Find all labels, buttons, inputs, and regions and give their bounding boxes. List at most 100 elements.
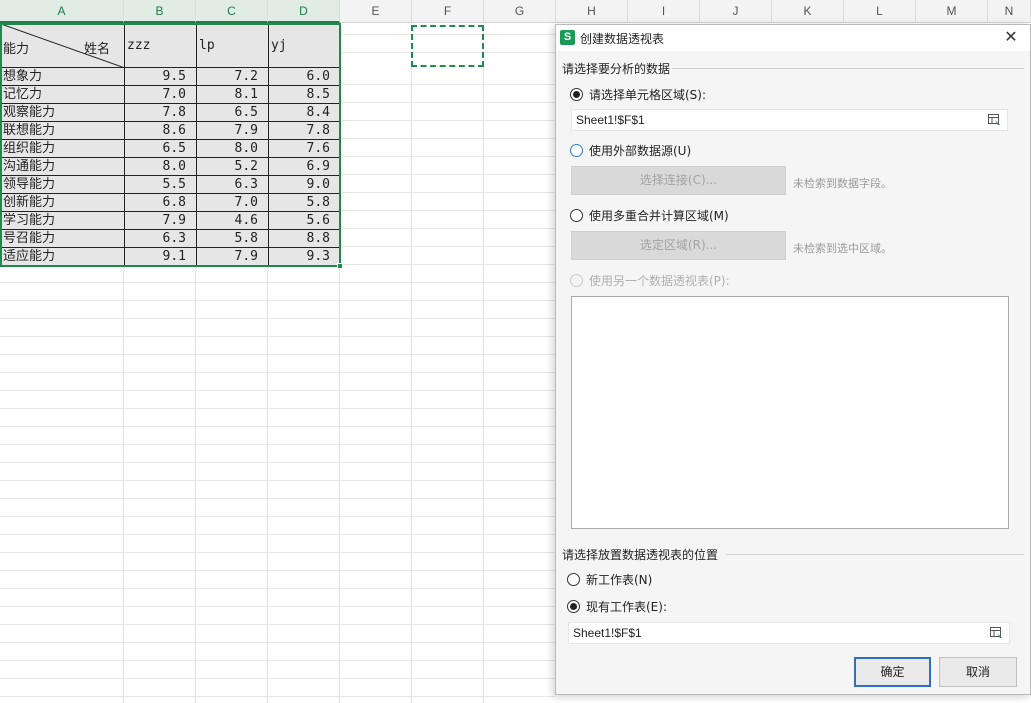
ok-button[interactable]: 确定 <box>854 657 931 687</box>
value-cell[interactable]: 6.5 <box>124 139 197 158</box>
row-label-cell[interactable]: 想象力 <box>0 67 125 86</box>
section-source-label: 请选择要分析的数据 <box>562 62 671 76</box>
value-cell[interactable]: 8.4 <box>268 103 341 122</box>
source-range-input[interactable]: Sheet1!$F$1 <box>571 109 1008 131</box>
column-header-g[interactable]: G <box>484 0 556 23</box>
header-cell-yj[interactable]: yj <box>268 23 341 68</box>
value-cell[interactable]: 7.0 <box>124 85 197 104</box>
value-cell[interactable]: 7.8 <box>268 121 341 140</box>
section-divider <box>672 68 1024 69</box>
value-cell[interactable]: 6.3 <box>196 175 269 194</box>
column-header-h[interactable]: H <box>556 0 628 23</box>
column-header-l[interactable]: L <box>844 0 916 23</box>
value-cell[interactable]: 8.1 <box>196 85 269 104</box>
table-row: 学习能力 7.9 4.6 5.6 <box>0 211 341 230</box>
value-cell[interactable]: 8.5 <box>268 85 341 104</box>
column-header-j[interactable]: J <box>700 0 772 23</box>
value-cell[interactable]: 9.3 <box>268 247 341 266</box>
value-cell[interactable]: 7.8 <box>124 103 197 122</box>
data-table: 能力 姓名 zzz lp yj 想象力 9.5 7.2 6.0 记忆力 7.0 8.1 8.… <box>0 23 341 266</box>
value-cell[interactable]: 7.6 <box>268 139 341 158</box>
value-cell[interactable]: 7.9 <box>196 247 269 266</box>
column-header-m[interactable]: M <box>916 0 988 23</box>
value-cell[interactable]: 9.1 <box>124 247 197 266</box>
radio-new-sheet-label: 新工作表(N) <box>586 573 653 587</box>
value-cell[interactable]: 4.6 <box>196 211 269 230</box>
value-cell[interactable]: 6.0 <box>268 67 341 86</box>
radio-external-source[interactable]: 使用外部数据源(U) <box>570 142 691 159</box>
value-cell[interactable]: 6.5 <box>196 103 269 122</box>
column-header-i[interactable]: I <box>628 0 700 23</box>
row-label-cell[interactable]: 联想能力 <box>0 121 125 140</box>
value-cell[interactable]: 5.8 <box>196 229 269 248</box>
radio-external-source-label: 使用外部数据源(U) <box>589 144 692 158</box>
value-cell[interactable]: 7.0 <box>196 193 269 212</box>
column-header-c[interactable]: C <box>196 0 268 23</box>
radio-button-checked[interactable] <box>567 600 580 613</box>
value-cell[interactable]: 8.8 <box>268 229 341 248</box>
value-cell[interactable]: 8.6 <box>124 121 197 140</box>
header-cell-zzz[interactable]: zzz <box>124 23 197 68</box>
value-cell[interactable]: 8.0 <box>196 139 269 158</box>
pivot-list-box[interactable] <box>571 296 1009 529</box>
radio-select-range[interactable]: 请选择单元格区域(S): <box>570 86 706 103</box>
range-picker-icon[interactable] <box>990 627 1003 639</box>
value-cell[interactable]: 6.8 <box>124 193 197 212</box>
radio-existing-sheet[interactable]: 现有工作表(E): <box>567 598 667 615</box>
column-header-n[interactable]: N <box>988 0 1031 23</box>
row-label-cell[interactable]: 号召能力 <box>0 229 125 248</box>
value-cell[interactable]: 9.0 <box>268 175 341 194</box>
row-label-cell[interactable]: 领导能力 <box>0 175 125 194</box>
cancel-button[interactable]: 取消 <box>939 657 1017 687</box>
value-cell[interactable]: 5.8 <box>268 193 341 212</box>
dialog-title: 创建数据透视表 <box>580 32 665 46</box>
dialog-titlebar[interactable]: S 创建数据透视表 ✕ <box>556 25 1030 51</box>
column-header-d[interactable]: D <box>268 0 340 23</box>
value-cell[interactable]: 8.0 <box>124 157 197 176</box>
radio-other-pivot-label: 使用另一个数据透视表(P): <box>589 274 730 288</box>
create-pivot-table-dialog: S 创建数据透视表 ✕ 请选择要分析的数据 请选择单元格区域(S): Sheet… <box>555 24 1031 695</box>
column-header-f[interactable]: F <box>412 0 484 23</box>
location-range-input[interactable]: Sheet1!$F$1 <box>568 622 1010 644</box>
column-header-e[interactable]: E <box>340 0 412 23</box>
radio-multi-consolidation[interactable]: 使用多重合并计算区域(M) <box>570 207 729 224</box>
radio-button[interactable] <box>567 573 580 586</box>
row-label-cell[interactable]: 记忆力 <box>0 85 125 104</box>
value-cell[interactable]: 9.5 <box>124 67 197 86</box>
table-row: 组织能力 6.5 8.0 7.6 <box>0 139 341 158</box>
column-header-a[interactable]: A <box>0 0 124 23</box>
value-cell[interactable]: 7.2 <box>196 67 269 86</box>
radio-other-pivot: 使用另一个数据透视表(P): <box>570 272 730 289</box>
copy-marquee-f1[interactable] <box>411 25 484 67</box>
value-cell[interactable]: 6.3 <box>124 229 197 248</box>
row-label-cell[interactable]: 学习能力 <box>0 211 125 230</box>
column-header-b[interactable]: B <box>124 0 196 23</box>
radio-button[interactable] <box>570 209 583 222</box>
section-divider <box>726 554 1024 555</box>
row-label-cell[interactable]: 组织能力 <box>0 139 125 158</box>
range-picker-icon[interactable] <box>988 114 1001 126</box>
value-cell[interactable]: 5.5 <box>124 175 197 194</box>
select-range-button[interactable]: 选定区域(R)... <box>571 231 786 260</box>
row-label-cell[interactable]: 适应能力 <box>0 247 125 266</box>
row-label-cell[interactable]: 观察能力 <box>0 103 125 122</box>
close-icon[interactable]: ✕ <box>1002 28 1020 46</box>
column-header-k[interactable]: K <box>772 0 844 23</box>
row-label-cell[interactable]: 沟通能力 <box>0 157 125 176</box>
radio-new-sheet[interactable]: 新工作表(N) <box>567 571 652 588</box>
value-cell[interactable]: 7.9 <box>124 211 197 230</box>
choose-connection-button[interactable]: 选择连接(C)... <box>571 166 786 195</box>
value-cell[interactable]: 5.2 <box>196 157 269 176</box>
radio-button-checked[interactable] <box>570 88 583 101</box>
row-dimension-label: 能力 <box>3 42 30 57</box>
diagonal-header-cell[interactable]: 能力 姓名 <box>0 23 125 68</box>
value-cell[interactable]: 5.6 <box>268 211 341 230</box>
table-row: 适应能力 9.1 7.9 9.3 <box>0 247 341 266</box>
table-row: 号召能力 6.3 5.8 8.8 <box>0 229 341 248</box>
header-cell-lp[interactable]: lp <box>196 23 269 68</box>
row-label-cell[interactable]: 创新能力 <box>0 193 125 212</box>
value-cell[interactable]: 6.9 <box>268 157 341 176</box>
value-cell[interactable]: 7.9 <box>196 121 269 140</box>
section-location-label: 请选择放置数据透视表的位置 <box>562 548 719 562</box>
radio-button[interactable] <box>570 144 583 157</box>
